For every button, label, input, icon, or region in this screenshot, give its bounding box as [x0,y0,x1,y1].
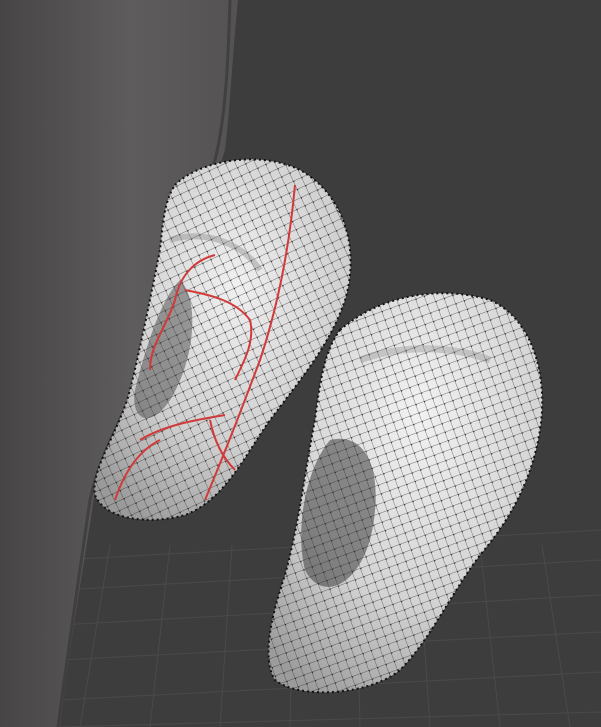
3d-viewport[interactable] [0,0,601,727]
viewport-canvas[interactable] [0,0,601,727]
